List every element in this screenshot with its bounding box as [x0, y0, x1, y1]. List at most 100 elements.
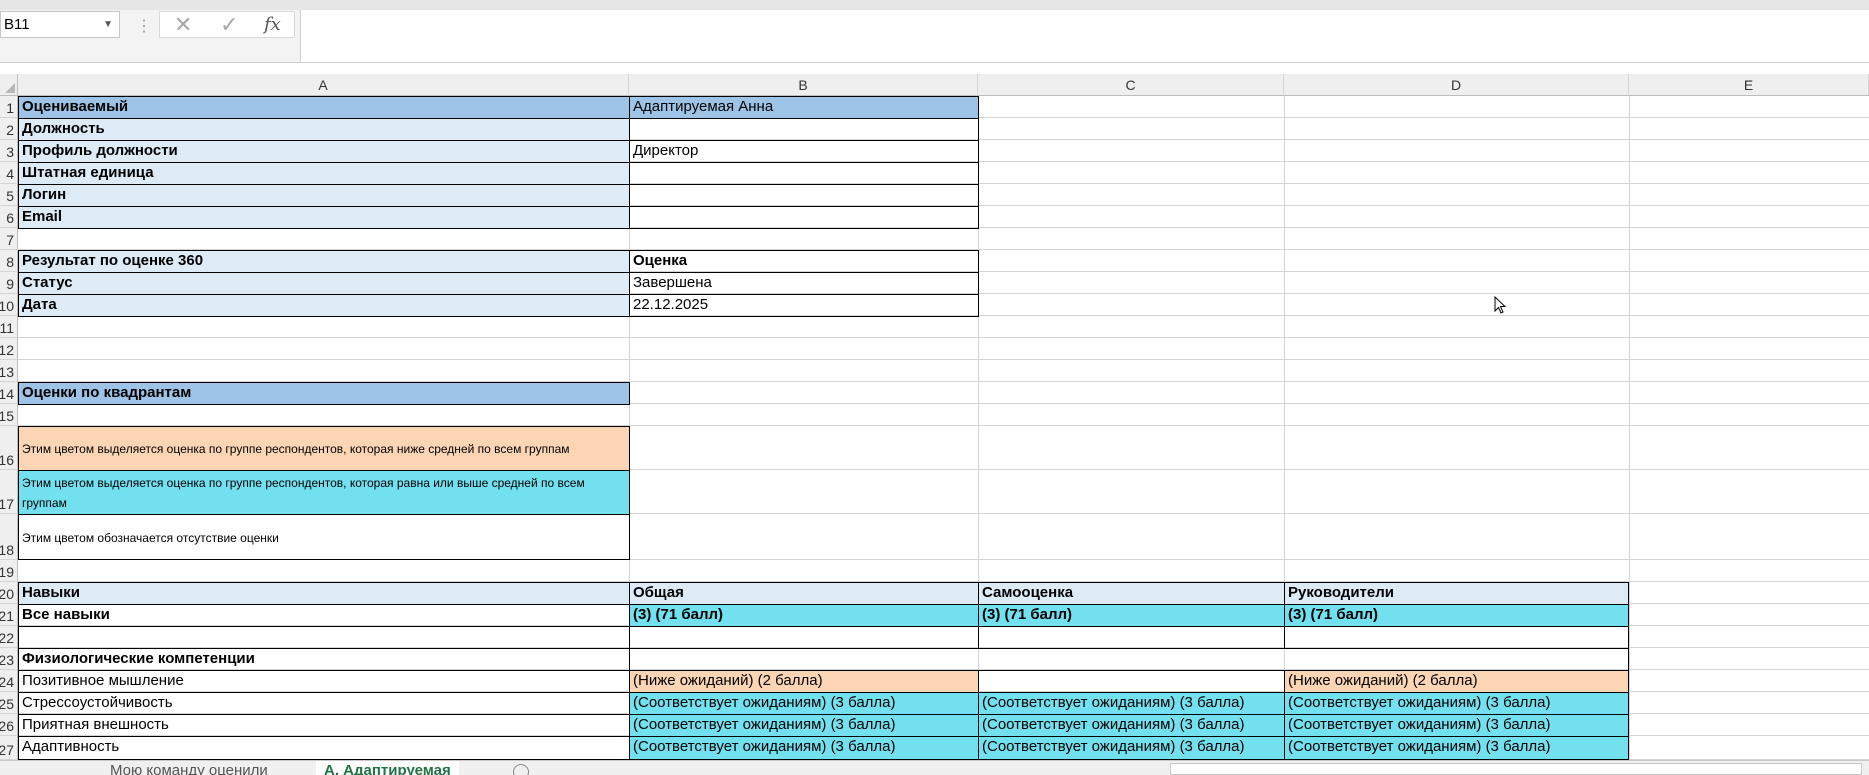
cell-b23-d23[interactable]: [629, 648, 1629, 671]
cell-a10[interactable]: Дата: [18, 294, 630, 317]
row-header[interactable]: 20: [0, 582, 18, 604]
cell-a27[interactable]: Адаптивность: [18, 736, 630, 760]
row-header[interactable]: 15: [0, 404, 18, 426]
cell-d22[interactable]: [1284, 626, 1629, 649]
row-header[interactable]: 1: [0, 96, 18, 118]
cell-a2[interactable]: Должность: [18, 118, 630, 141]
cell-a17-legend-above[interactable]: Этим цветом выделяется оценка по группе …: [18, 470, 630, 515]
sheet-tab-team[interactable]: Мою команду оценили: [110, 761, 268, 775]
cell-a14[interactable]: Оценки по квадрантам: [18, 382, 630, 405]
cell-b20[interactable]: Общая: [629, 582, 979, 605]
row-header[interactable]: 24: [0, 670, 18, 692]
row-label: 25: [0, 696, 14, 712]
cell-b4[interactable]: [629, 162, 979, 185]
cell-b10[interactable]: 22.12.2025: [629, 294, 979, 317]
cell-a22[interactable]: [18, 626, 630, 649]
row-header[interactable]: 2: [0, 118, 18, 140]
row-header[interactable]: 27: [0, 736, 18, 760]
column-header-e[interactable]: E: [1629, 74, 1869, 96]
row-header[interactable]: 10: [0, 294, 18, 316]
cell-a9[interactable]: Статус: [18, 272, 630, 295]
row-header[interactable]: 21: [0, 604, 18, 626]
cell-a20[interactable]: Навыки: [18, 582, 630, 605]
row-header[interactable]: 7: [0, 228, 18, 250]
sheet-tab-bar: Мою команду оценили А. Адаптируемая: [0, 760, 1869, 775]
cell-c27[interactable]: (Соответствует ожиданиям) (3 балла): [978, 736, 1285, 760]
cell-a25[interactable]: Стрессоустойчивость: [18, 692, 630, 715]
cell-d21[interactable]: (3) (71 балл): [1284, 604, 1629, 627]
row-header[interactable]: 12: [0, 338, 18, 360]
row-header[interactable]: 16: [0, 426, 18, 470]
row-header[interactable]: 18: [0, 514, 18, 560]
cell-b21[interactable]: (3) (71 балл): [629, 604, 979, 627]
chevron-down-icon[interactable]: ▼: [103, 12, 113, 37]
row-header[interactable]: 8: [0, 250, 18, 272]
row-header[interactable]: 23: [0, 648, 18, 670]
column-header-b[interactable]: B: [629, 74, 978, 96]
column-header-d[interactable]: D: [1284, 74, 1629, 96]
confirm-icon[interactable]: ✓: [220, 13, 238, 37]
cell-b25[interactable]: (Соответствует ожиданиям) (3 балла): [629, 692, 979, 715]
add-sheet-icon[interactable]: [513, 764, 529, 775]
sheet-tab-active[interactable]: А. Адаптируемая: [316, 761, 459, 775]
cell-b9[interactable]: Завершена: [629, 272, 979, 295]
cell-b6[interactable]: [629, 206, 979, 229]
row-header[interactable]: 9: [0, 272, 18, 294]
cell-c24[interactable]: [978, 670, 1285, 693]
formula-input[interactable]: [300, 10, 1869, 62]
name-box[interactable]: B11 ▼: [0, 11, 120, 38]
cell-d26[interactable]: (Соответствует ожиданиям) (3 балла): [1284, 714, 1629, 737]
cell-b22[interactable]: [629, 626, 979, 649]
cell-b3[interactable]: Директор: [629, 140, 979, 163]
cancel-icon[interactable]: ✕: [174, 13, 192, 37]
cell-b24[interactable]: (Ниже ожиданий) (2 балла): [629, 670, 979, 693]
cell-a5[interactable]: Логин: [18, 184, 630, 207]
row-header[interactable]: 22: [0, 626, 18, 648]
cell-b27[interactable]: (Соответствует ожиданиям) (3 балла): [629, 736, 979, 760]
column-header-a[interactable]: A: [18, 74, 629, 96]
row-header[interactable]: 25: [0, 692, 18, 714]
row-header[interactable]: 13: [0, 360, 18, 382]
cell-b2[interactable]: [629, 118, 979, 141]
cell-d25[interactable]: (Соответствует ожиданиям) (3 балла): [1284, 692, 1629, 715]
row-label: 12: [0, 342, 14, 358]
row-header[interactable]: 5: [0, 184, 18, 206]
cell-d27[interactable]: (Соответствует ожиданиям) (3 балла): [1284, 736, 1629, 760]
row-header[interactable]: 11: [0, 316, 18, 338]
cell-c21[interactable]: (3) (71 балл): [978, 604, 1285, 627]
cell-c26[interactable]: (Соответствует ожиданиям) (3 балла): [978, 714, 1285, 737]
cell-c22[interactable]: [978, 626, 1285, 649]
function-icon[interactable]: fx: [264, 13, 281, 37]
column-header-c[interactable]: C: [978, 74, 1284, 96]
cell-b5[interactable]: [629, 184, 979, 207]
more-options-icon[interactable]: ⋮: [136, 16, 152, 36]
cell-a16-legend-below[interactable]: Этим цветом выделяется оценка по группе …: [18, 426, 630, 471]
cell-a23[interactable]: Физиологические компетенции: [18, 648, 630, 671]
cell-a18-legend-none[interactable]: Этим цветом обозначается отсутствие оцен…: [18, 514, 630, 560]
cell-c25[interactable]: (Соответствует ожиданиям) (3 балла): [978, 692, 1285, 715]
cell-a6[interactable]: Email: [18, 206, 630, 229]
cell-a24[interactable]: Позитивное мышление: [18, 670, 630, 693]
cell-a3[interactable]: Профиль должности: [18, 140, 630, 163]
cell-c20[interactable]: Самооценка: [978, 582, 1285, 605]
row-header[interactable]: 26: [0, 714, 18, 736]
row-header[interactable]: 17: [0, 470, 18, 514]
row-header[interactable]: 6: [0, 206, 18, 228]
cell-a21[interactable]: Все навыки: [18, 604, 630, 627]
cell-b1[interactable]: Адаптируемая Анна: [629, 96, 979, 119]
row-label: 24: [0, 674, 14, 690]
cell-a1[interactable]: Оцениваемый: [18, 96, 630, 119]
cell-a4[interactable]: Штатная единица: [18, 162, 630, 185]
cell-d24[interactable]: (Ниже ожиданий) (2 балла): [1284, 670, 1629, 693]
horizontal-scrollbar[interactable]: [1170, 763, 1862, 775]
select-all-corner[interactable]: [0, 74, 18, 96]
cell-b26[interactable]: (Соответствует ожиданиям) (3 балла): [629, 714, 979, 737]
cell-d20[interactable]: Руководители: [1284, 582, 1629, 605]
row-header[interactable]: 4: [0, 162, 18, 184]
row-header[interactable]: 19: [0, 560, 18, 582]
cell-a26[interactable]: Приятная внешность: [18, 714, 630, 737]
cell-a8[interactable]: Результат по оценке 360: [18, 250, 630, 273]
cell-b8[interactable]: Оценка: [629, 250, 979, 273]
row-header[interactable]: 14: [0, 382, 18, 404]
row-header[interactable]: 3: [0, 140, 18, 162]
